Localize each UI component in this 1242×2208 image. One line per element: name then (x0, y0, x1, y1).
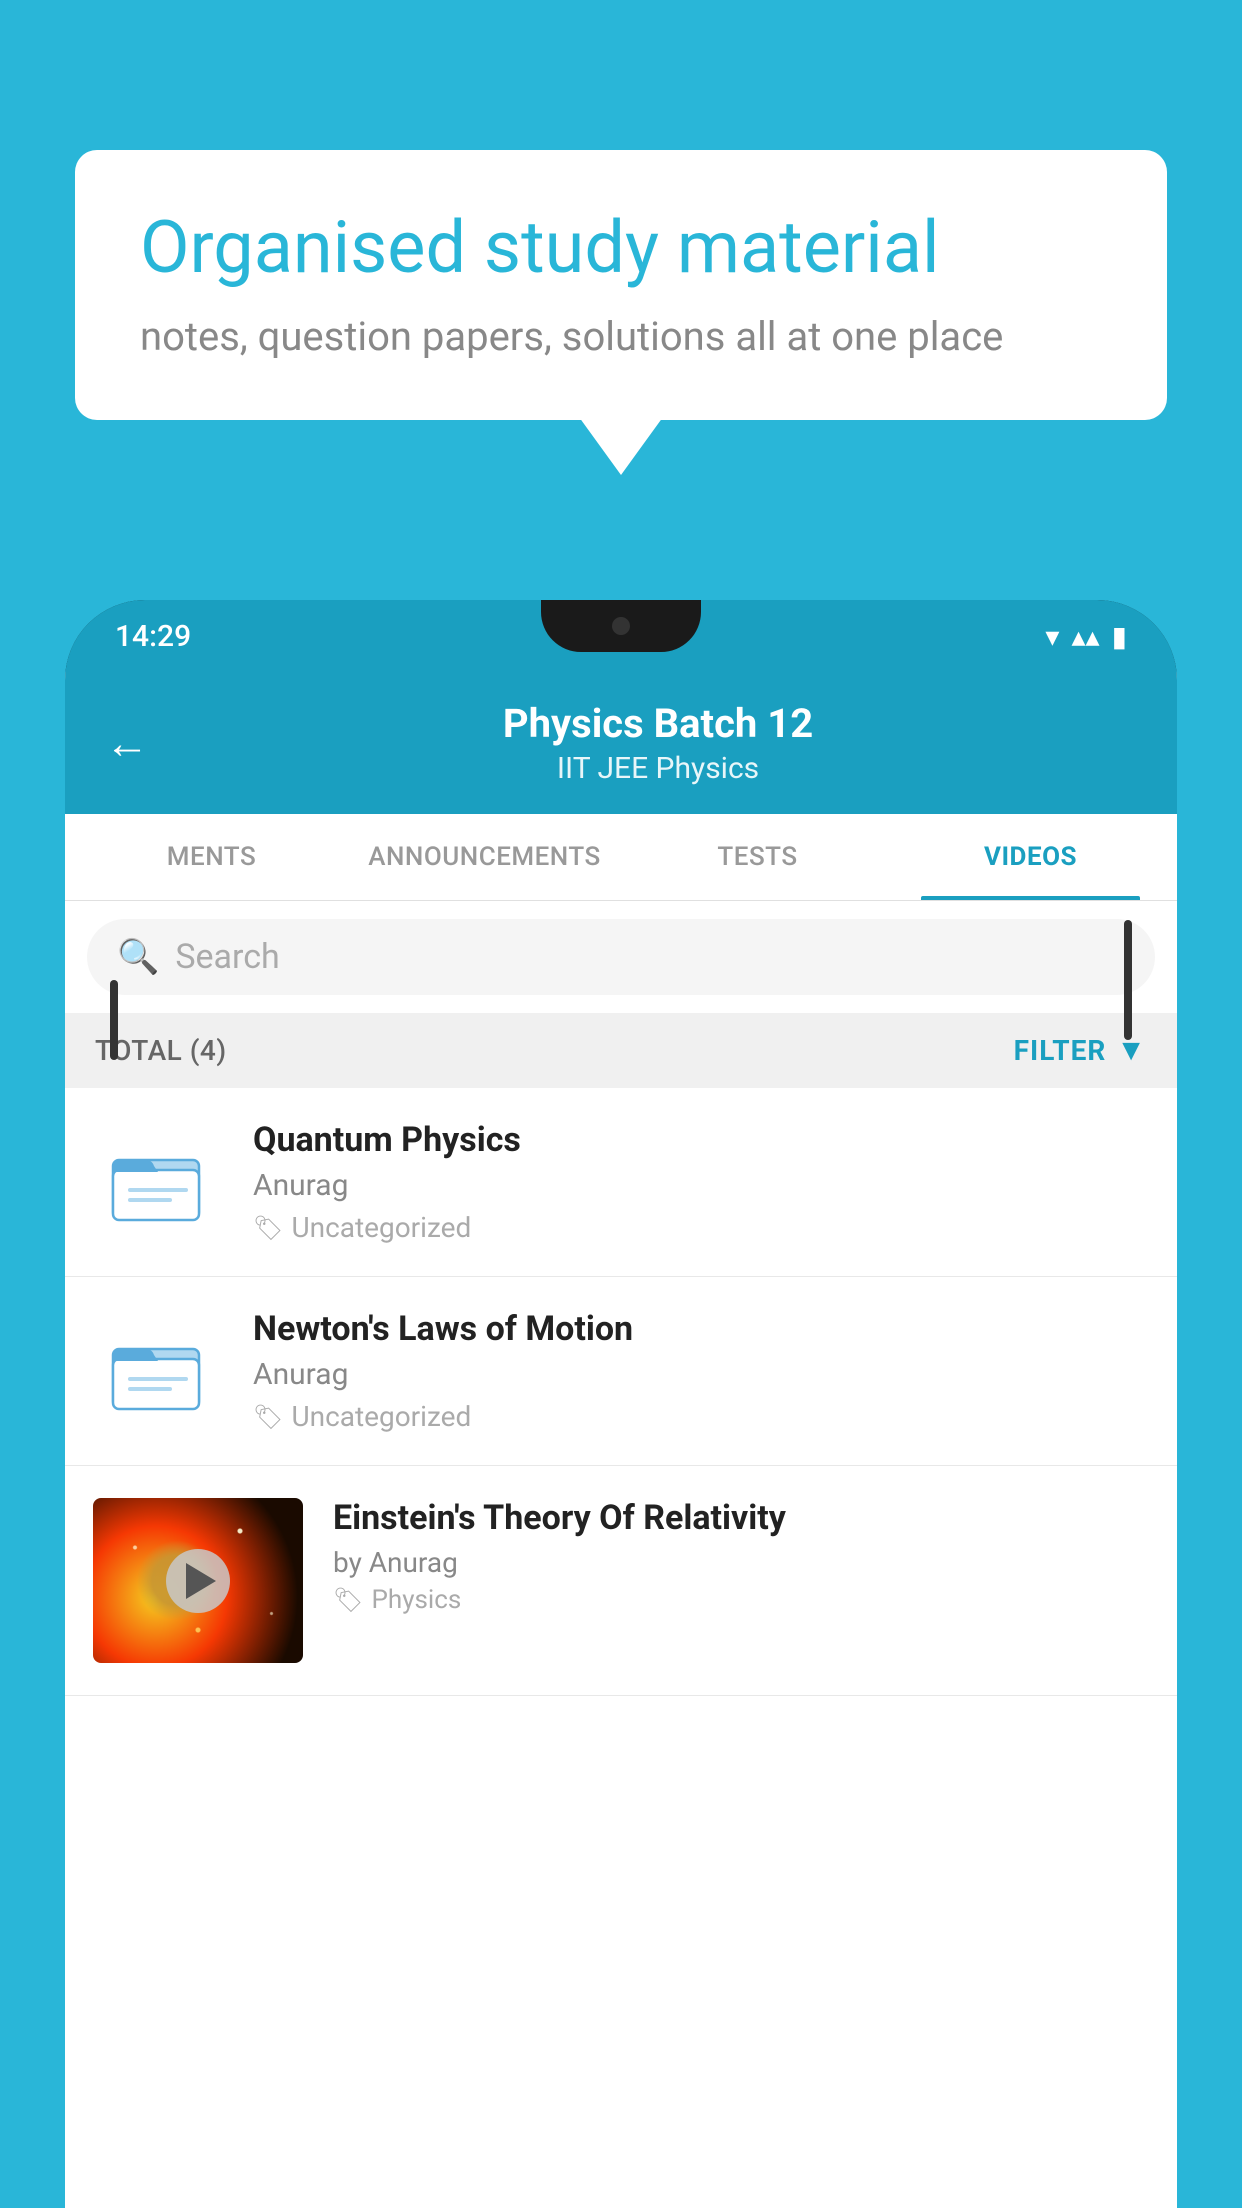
phone-notch (541, 600, 701, 652)
filter-bar: TOTAL (4) FILTER ▼ (65, 1013, 1177, 1088)
battery-icon: ▮ (1112, 620, 1127, 653)
video-title-2: Newton's Laws of Motion (253, 1309, 1149, 1349)
tag-label-3: Physics (371, 1585, 461, 1615)
header-subtitle: IIT JEE Physics (179, 751, 1137, 786)
folder-icon-wrap-2 (93, 1327, 223, 1415)
video-tag: 🏷 Uncategorized (253, 1211, 1149, 1244)
search-container: 🔍 Search (65, 901, 1177, 1013)
video-author: Anurag (253, 1168, 1149, 1203)
list-item[interactable]: Quantum Physics Anurag 🏷 Uncategorized (65, 1088, 1177, 1277)
app-header: ← Physics Batch 12 IIT JEE Physics (65, 672, 1177, 814)
phone-side-button-left (110, 980, 118, 1060)
app-screen: ← Physics Batch 12 IIT JEE Physics MENTS… (65, 672, 1177, 2208)
tab-ments[interactable]: MENTS (75, 814, 348, 900)
status-icons: ▾ ▴▴ ▮ (1045, 620, 1127, 653)
folder-icon-2 (108, 1327, 208, 1415)
video-list: Quantum Physics Anurag 🏷 Uncategorized (65, 1088, 1177, 2208)
back-button[interactable]: ← (105, 717, 149, 769)
folder-icon-wrap (93, 1138, 223, 1226)
tab-announcements[interactable]: ANNOUNCEMENTS (348, 814, 621, 900)
speech-bubble: Organised study material notes, question… (75, 150, 1167, 420)
search-icon: 🔍 (117, 937, 159, 977)
signal-icon: ▴▴ (1071, 620, 1099, 653)
play-button[interactable] (166, 1549, 230, 1613)
speech-bubble-container: Organised study material notes, question… (75, 150, 1167, 420)
video-info-2: Newton's Laws of Motion Anurag 🏷 Uncateg… (253, 1309, 1149, 1433)
video-thumbnail (93, 1498, 303, 1663)
search-input[interactable]: Search (175, 937, 279, 977)
tab-videos[interactable]: VIDEOS (894, 814, 1167, 900)
tab-tests[interactable]: TESTS (621, 814, 894, 900)
search-bar[interactable]: 🔍 Search (87, 919, 1155, 995)
camera-dot (612, 617, 630, 635)
tag-label: Uncategorized (291, 1211, 471, 1244)
play-triangle-icon (186, 1563, 216, 1599)
phone-side-button-right (1124, 920, 1132, 1040)
tabs-bar: MENTS ANNOUNCEMENTS TESTS VIDEOS (65, 814, 1177, 901)
header-title: Physics Batch 12 (179, 700, 1137, 747)
video-tag-2: 🏷 Uncategorized (253, 1400, 1149, 1433)
tag-icon-3: 🏷 (333, 1586, 363, 1614)
video-info-3: Einstein's Theory Of Relativity by Anura… (333, 1498, 1149, 1615)
status-time: 14:29 (115, 619, 191, 654)
tag-icon: 🏷 (253, 1214, 283, 1242)
filter-label: FILTER (1014, 1034, 1107, 1067)
video-title-3: Einstein's Theory Of Relativity (333, 1498, 1149, 1538)
wifi-icon: ▾ (1045, 620, 1059, 653)
status-bar: 14:29 ▾ ▴▴ ▮ (65, 600, 1177, 672)
video-info: Quantum Physics Anurag 🏷 Uncategorized (253, 1120, 1149, 1244)
header-title-block: Physics Batch 12 IIT JEE Physics (179, 700, 1137, 786)
tag-icon-2: 🏷 (253, 1403, 283, 1431)
filter-icon: ▼ (1116, 1033, 1147, 1068)
list-item[interactable]: Newton's Laws of Motion Anurag 🏷 Uncateg… (65, 1277, 1177, 1466)
list-item[interactable]: Einstein's Theory Of Relativity by Anura… (65, 1466, 1177, 1696)
folder-icon (108, 1138, 208, 1226)
bubble-title: Organised study material (140, 205, 1102, 291)
phone-frame: 14:29 ▾ ▴▴ ▮ ← Physics Batch 12 IIT JEE … (65, 600, 1177, 2208)
video-author-3: by Anurag (333, 1546, 1149, 1579)
video-author-2: Anurag (253, 1357, 1149, 1392)
bubble-subtitle: notes, question papers, solutions all at… (140, 313, 1102, 360)
video-tag-3: 🏷 Physics (333, 1585, 1149, 1615)
video-title: Quantum Physics (253, 1120, 1149, 1160)
tag-label-2: Uncategorized (291, 1400, 471, 1433)
